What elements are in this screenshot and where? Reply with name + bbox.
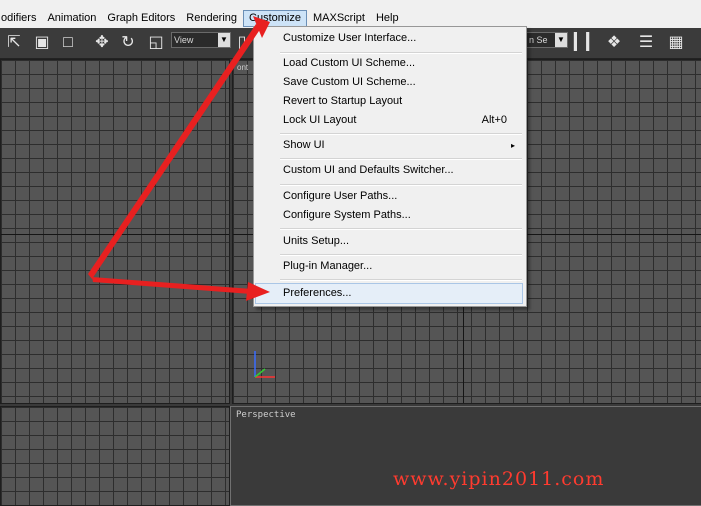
watermark: www.yipin2011.com: [393, 468, 605, 490]
annotation-arrows: [88, 16, 270, 301]
